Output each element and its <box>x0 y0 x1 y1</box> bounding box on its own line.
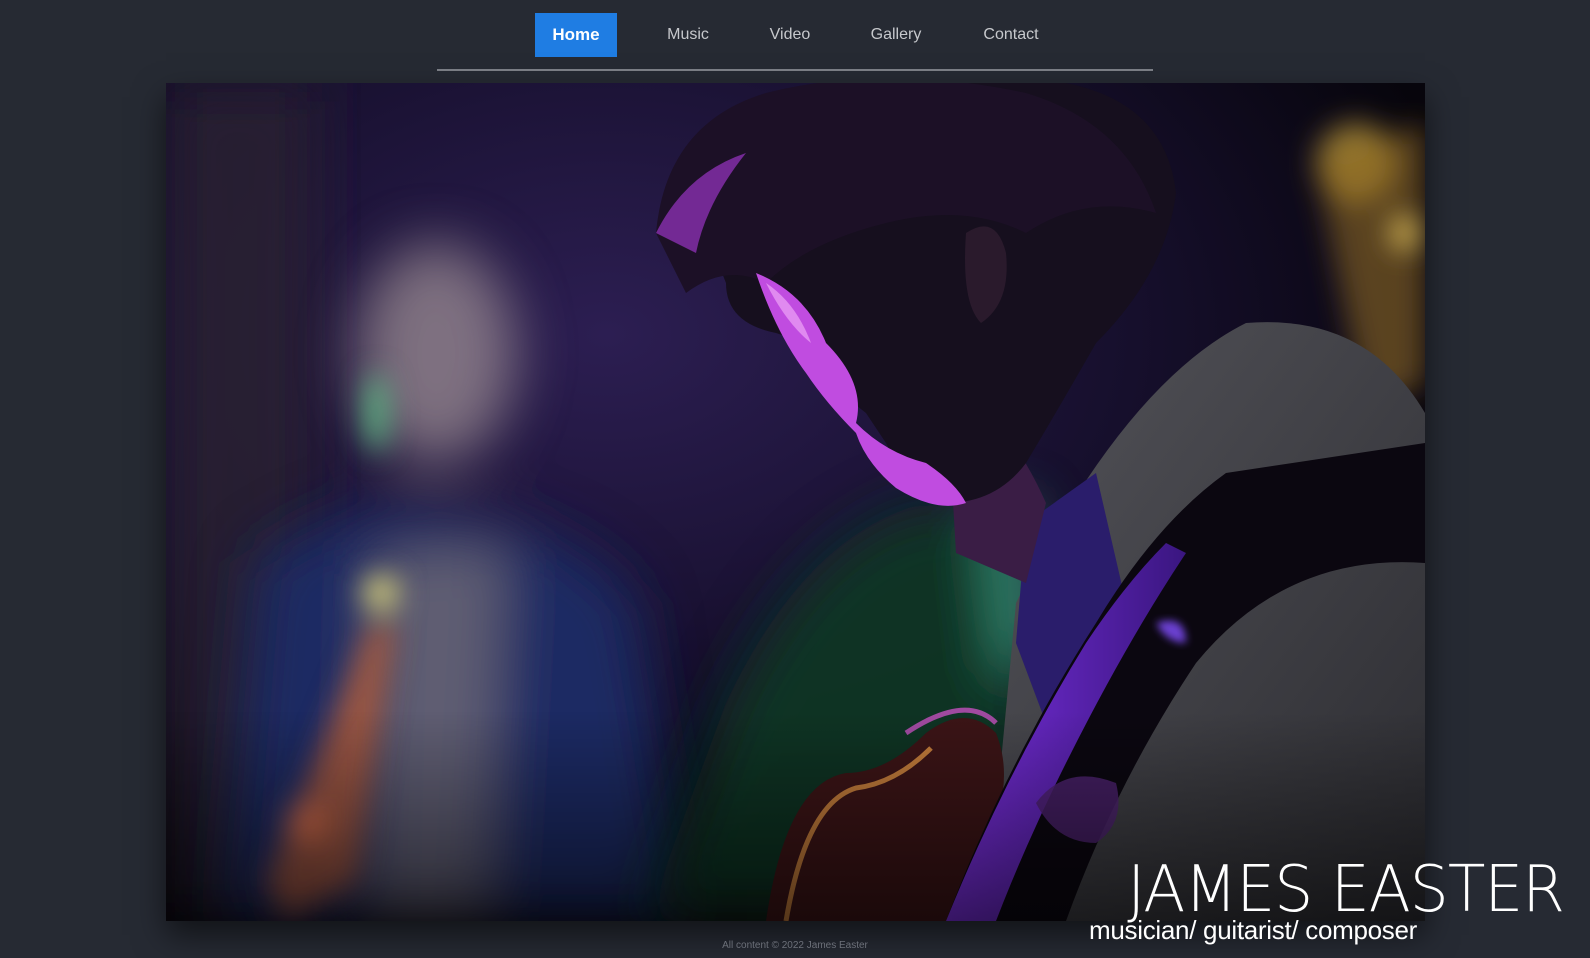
artist-name: JAMES EASTER <box>1127 853 1565 927</box>
hero-photo-illustration <box>166 83 1425 921</box>
nav-video[interactable]: Video <box>753 13 827 57</box>
footer-copyright: All content © 2022 James Easter <box>722 940 868 951</box>
nav-gallery[interactable]: Gallery <box>853 13 939 57</box>
nav-contact[interactable]: Contact <box>965 13 1057 57</box>
nav-home[interactable]: Home <box>535 13 617 57</box>
nav-music[interactable]: Music <box>649 13 727 57</box>
main-nav: Home Music Video Gallery Contact <box>437 0 1153 71</box>
hero-photo <box>166 83 1425 921</box>
